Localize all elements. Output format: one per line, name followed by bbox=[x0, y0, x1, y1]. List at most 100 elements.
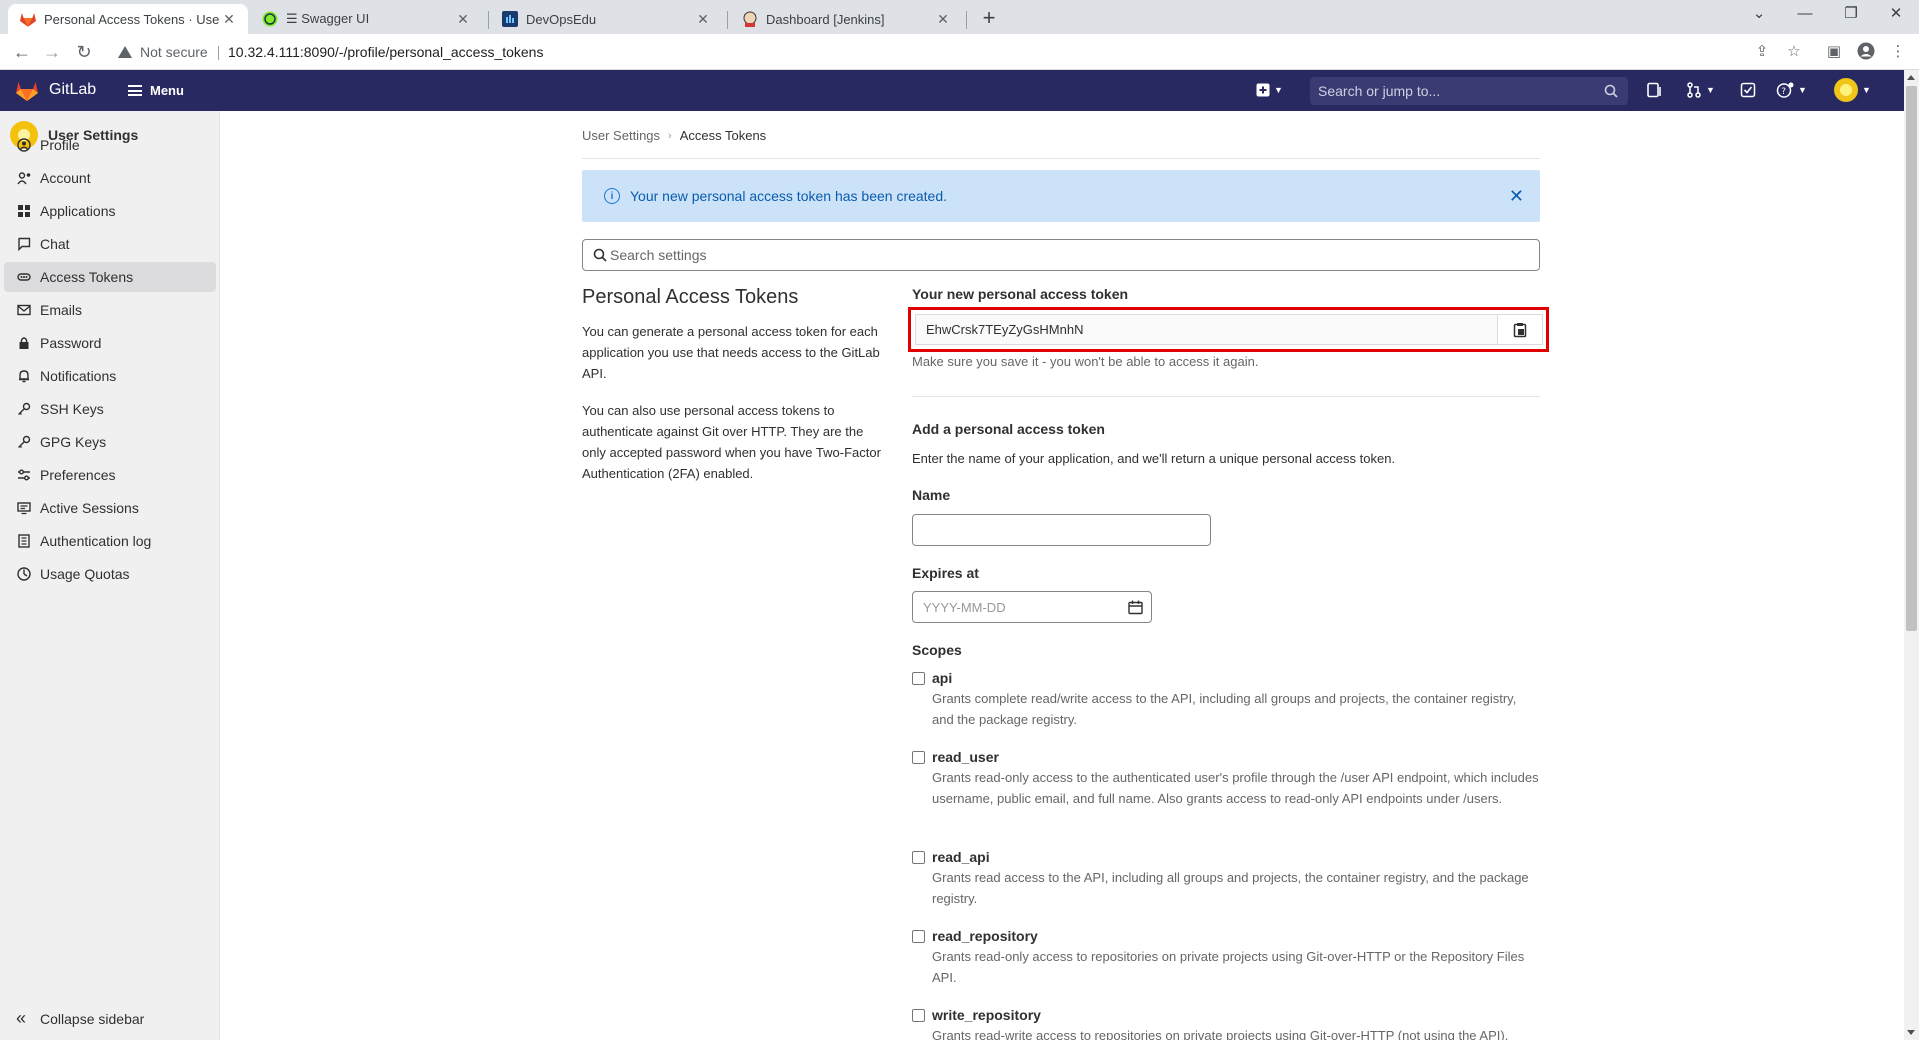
scope-checkbox[interactable] bbox=[912, 1009, 925, 1022]
close-icon[interactable]: ✕ bbox=[934, 11, 952, 28]
issues-button[interactable] bbox=[1646, 79, 1662, 101]
restore-button[interactable]: ❐ bbox=[1828, 0, 1874, 30]
browser-menu-icon[interactable]: ⋮ bbox=[1888, 42, 1908, 62]
search-settings[interactable] bbox=[582, 239, 1540, 271]
browser-tab-swagger[interactable]: ☰ Swagger UI ✕ bbox=[250, 4, 482, 34]
sidebar-item-ssh-keys[interactable]: SSH Keys bbox=[4, 394, 216, 424]
scope-checkbox[interactable] bbox=[912, 751, 925, 764]
search-settings-input[interactable] bbox=[610, 240, 1510, 270]
minimize-button[interactable]: — bbox=[1782, 0, 1828, 30]
scrollbar-thumb[interactable] bbox=[1906, 86, 1917, 631]
sidebar-item-label: Preferences bbox=[40, 467, 116, 483]
todo-icon bbox=[1740, 82, 1756, 98]
top-search-input[interactable] bbox=[1318, 77, 1598, 105]
merge-request-icon bbox=[1687, 82, 1701, 98]
sidebar-item-active-sessions[interactable]: Active Sessions bbox=[4, 493, 216, 523]
browser-tab-jenkins[interactable]: Dashboard [Jenkins] ✕ bbox=[730, 4, 962, 34]
top-search[interactable] bbox=[1310, 77, 1628, 105]
scope-checkbox[interactable] bbox=[912, 851, 925, 864]
sidebar-item-password[interactable]: Password bbox=[4, 328, 216, 358]
sidebar-item-usage-quotas[interactable]: Usage Quotas bbox=[4, 559, 216, 589]
calendar-icon[interactable] bbox=[1128, 600, 1143, 615]
scroll-up-icon[interactable] bbox=[1907, 75, 1915, 80]
close-icon[interactable]: ✕ bbox=[220, 11, 238, 28]
plus-square-icon bbox=[1256, 83, 1270, 97]
scope-description: Grants read-only access to repositories … bbox=[932, 949, 1525, 985]
token-name-input[interactable] bbox=[913, 515, 1210, 545]
bell-icon bbox=[16, 368, 32, 384]
new-tab-button[interactable]: + bbox=[975, 6, 1003, 32]
reload-button[interactable]: ↻ bbox=[72, 41, 96, 63]
breadcrumb: User Settings › Access Tokens bbox=[582, 128, 766, 143]
avatar bbox=[1834, 78, 1858, 102]
breadcrumb-parent[interactable]: User Settings bbox=[582, 128, 660, 143]
sidebar-item-label: Active Sessions bbox=[40, 500, 139, 516]
scope-read-repository: read_repository Grants read-only access … bbox=[912, 928, 1540, 988]
scope-checkbox[interactable] bbox=[912, 930, 925, 943]
todos-button[interactable] bbox=[1740, 79, 1756, 101]
success-alert: i Your new personal access token has bee… bbox=[582, 170, 1540, 222]
sidebar-item-gpg-keys[interactable]: GPG Keys bbox=[4, 427, 216, 457]
copy-token-button[interactable] bbox=[1497, 314, 1543, 345]
sidebar-item-account[interactable]: Account bbox=[4, 163, 216, 193]
browser-tab-gitlab[interactable]: Personal Access Tokens · User Se ✕ bbox=[8, 4, 248, 34]
sidebar-item-profile[interactable]: Profile bbox=[4, 130, 216, 160]
user-menu-button[interactable]: ▼ bbox=[1834, 78, 1871, 102]
collapse-sidebar-button[interactable]: « Collapse sidebar bbox=[16, 1008, 144, 1029]
browser-tab-devopsedu[interactable]: DevOpsEdu ✕ bbox=[490, 4, 722, 34]
sidebar-item-chat[interactable]: Chat bbox=[4, 229, 216, 259]
issues-icon bbox=[1647, 82, 1661, 98]
profile-icon[interactable] bbox=[1856, 42, 1876, 62]
new-dropdown-button[interactable]: ▼ bbox=[1256, 79, 1283, 101]
help-icon: ? bbox=[1776, 82, 1794, 98]
scope-name[interactable]: read_api bbox=[932, 849, 990, 865]
close-icon[interactable]: ✕ bbox=[454, 11, 472, 28]
gitlab-brand[interactable]: GitLab bbox=[49, 81, 96, 99]
menu-button[interactable]: Menu bbox=[128, 83, 184, 98]
scope-name[interactable]: api bbox=[932, 670, 952, 686]
menu-label: Menu bbox=[150, 83, 184, 98]
page-scrollbar[interactable] bbox=[1904, 70, 1919, 1040]
token-icon bbox=[16, 269, 32, 285]
new-token-field[interactable]: EhwCrsk7TEyZyGsHMnhN bbox=[915, 314, 1498, 345]
scope-name[interactable]: read_repository bbox=[932, 928, 1038, 944]
sidebar-item-preferences[interactable]: Preferences bbox=[4, 460, 216, 490]
browser-address-bar: ← → ↻ Not secure 10.32.4.111:8090/-/prof… bbox=[0, 34, 1919, 70]
tab-title: Personal Access Tokens · User Se bbox=[44, 11, 220, 27]
tab-search-icon[interactable]: ⌄ bbox=[1736, 0, 1782, 30]
key-icon bbox=[16, 401, 32, 417]
warning-icon bbox=[118, 46, 132, 58]
sidebar-item-authentication-log[interactable]: Authentication log bbox=[4, 526, 216, 556]
merge-requests-button[interactable]: ▼ bbox=[1686, 79, 1715, 101]
scope-name[interactable]: read_user bbox=[932, 749, 999, 765]
url-field[interactable]: 10.32.4.111:8090/-/profile/personal_acce… bbox=[228, 44, 543, 60]
breadcrumb-current[interactable]: Access Tokens bbox=[680, 128, 766, 143]
forward-button[interactable]: → bbox=[40, 41, 64, 63]
scope-name[interactable]: write_repository bbox=[932, 1007, 1041, 1023]
sidebar-item-notifications[interactable]: Notifications bbox=[4, 361, 216, 391]
sidebar-item-emails[interactable]: Emails bbox=[4, 295, 216, 325]
sidebar-item-applications[interactable]: Applications bbox=[4, 196, 216, 226]
gitlab-logo-icon[interactable] bbox=[16, 81, 38, 101]
close-icon[interactable]: ✕ bbox=[1509, 186, 1524, 207]
security-indicator[interactable]: Not secure bbox=[118, 44, 208, 60]
help-button[interactable]: ? ▼ bbox=[1776, 79, 1807, 101]
share-icon[interactable]: ⇪ bbox=[1752, 42, 1772, 62]
back-button[interactable]: ← bbox=[10, 41, 34, 63]
side-panel-icon[interactable]: ▣ bbox=[1824, 42, 1844, 62]
expires-at-field[interactable] bbox=[912, 591, 1152, 623]
info-icon: i bbox=[604, 188, 620, 204]
lock-icon bbox=[16, 335, 32, 351]
expires-at-input[interactable] bbox=[913, 592, 1151, 622]
sidebar-item-label: Profile bbox=[40, 137, 80, 153]
token-name-field[interactable] bbox=[912, 514, 1211, 546]
sidebar-item-label: Usage Quotas bbox=[40, 566, 130, 582]
scope-checkbox[interactable] bbox=[912, 672, 925, 685]
scroll-down-icon[interactable] bbox=[1907, 1030, 1915, 1035]
close-icon[interactable]: ✕ bbox=[694, 11, 712, 28]
log-icon bbox=[16, 533, 32, 549]
quota-icon bbox=[16, 566, 32, 582]
sidebar-item-access-tokens[interactable]: Access Tokens bbox=[4, 262, 216, 292]
bookmark-star-icon[interactable]: ☆ bbox=[1784, 42, 1804, 62]
close-window-button[interactable]: ✕ bbox=[1873, 0, 1919, 30]
